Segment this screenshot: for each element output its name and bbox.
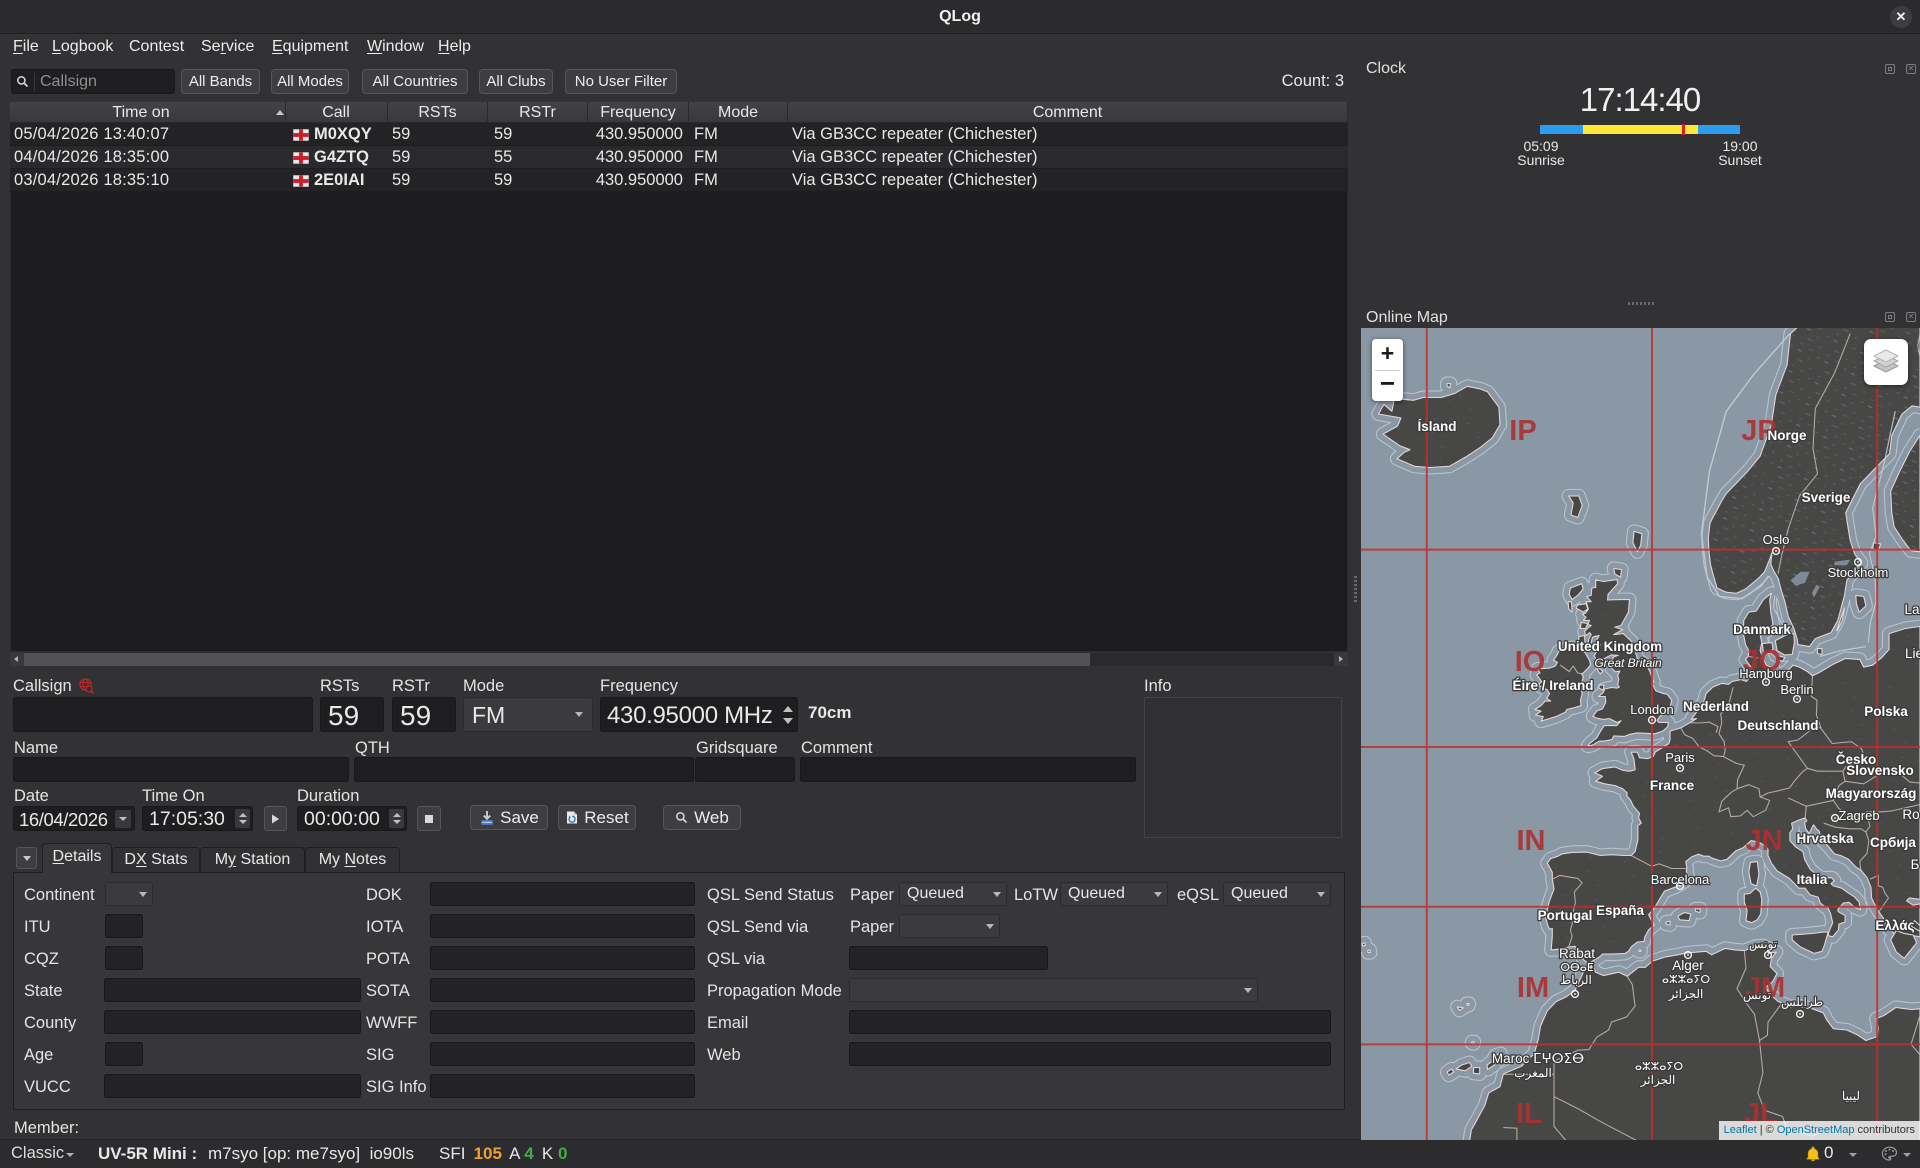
svg-text:Lie: Lie — [1905, 646, 1920, 661]
svg-text:La: La — [1904, 602, 1920, 617]
svg-text:Ro: Ro — [1902, 807, 1919, 822]
svg-text:Deutschland: Deutschland — [1737, 718, 1818, 733]
svg-text:ليبيا: ليبيا — [1842, 1089, 1860, 1103]
svg-text:London: London — [1630, 702, 1673, 717]
svg-text:Zagreb: Zagreb — [1838, 808, 1879, 823]
svg-text:ⴰⵣⵣⴰⵢⵔ: ⴰⵣⵣⴰⵢⵔ — [1635, 1061, 1684, 1073]
svg-text:Slovensko: Slovensko — [1846, 763, 1914, 778]
svg-text:United Kingdom: United Kingdom — [1558, 639, 1662, 654]
svg-text:Србија: Србија — [1870, 835, 1916, 850]
svg-text:Polska: Polska — [1864, 704, 1908, 719]
svg-text:تونس: تونس — [1743, 988, 1771, 1002]
svg-text:ⴰⵣⵣⴰⵢⵔ: ⴰⵣⵣⴰⵢⵔ — [1662, 974, 1711, 986]
svg-text:Portugal: Portugal — [1538, 908, 1593, 923]
svg-text:IL: IL — [1516, 1098, 1542, 1130]
svg-text:Italia: Italia — [1797, 872, 1828, 887]
svg-text:Maroc ⵎⵖⵔⵉⴱ: Maroc ⵎⵖⵔⵉⴱ — [1492, 1051, 1584, 1066]
svg-text:Stockholm: Stockholm — [1828, 565, 1889, 580]
svg-text:Oslo: Oslo — [1763, 532, 1790, 547]
svg-text:Paris: Paris — [1665, 750, 1695, 765]
svg-text:الجزائر: الجزائر — [1668, 987, 1704, 1001]
svg-text:JN: JN — [1745, 825, 1782, 857]
svg-text:Nederland: Nederland — [1683, 699, 1749, 714]
svg-text:Ísland: Ísland — [1417, 419, 1456, 434]
svg-text:IM: IM — [1517, 972, 1549, 1004]
svg-text:تونس: تونس — [1749, 937, 1777, 951]
svg-text:Alger: Alger — [1672, 958, 1704, 973]
svg-text:Barcelona: Barcelona — [1651, 872, 1710, 887]
svg-text:Ελλάς: Ελλάς — [1875, 918, 1914, 933]
svg-text:Hrvatska: Hrvatska — [1796, 831, 1854, 846]
svg-text:Sverige: Sverige — [1802, 490, 1851, 505]
svg-text:Berlin: Berlin — [1780, 682, 1813, 697]
svg-text:Rabat: Rabat — [1559, 946, 1595, 961]
svg-text:الجزائر: الجزائر — [1640, 1073, 1676, 1087]
svg-text:طرابلس: طرابلس — [1781, 995, 1823, 1009]
svg-text:France: France — [1650, 778, 1695, 793]
svg-text:IN: IN — [1517, 825, 1546, 857]
svg-text:Éire / Ireland: Éire / Ireland — [1512, 678, 1593, 693]
svg-text:Magyarország: Magyarország — [1826, 786, 1917, 801]
svg-text:Great Britain: Great Britain — [1594, 656, 1662, 670]
svg-text:الرباط: الرباط — [1560, 973, 1592, 987]
svg-text:España: España — [1596, 903, 1645, 918]
svg-text:Б: Б — [1911, 857, 1920, 872]
svg-text:IO: IO — [1515, 646, 1546, 678]
svg-text:Norge: Norge — [1767, 428, 1806, 443]
svg-text:IP: IP — [1509, 415, 1536, 447]
svg-text:Danmark: Danmark — [1733, 622, 1791, 637]
svg-text:المغرب: المغرب — [1514, 1066, 1552, 1080]
